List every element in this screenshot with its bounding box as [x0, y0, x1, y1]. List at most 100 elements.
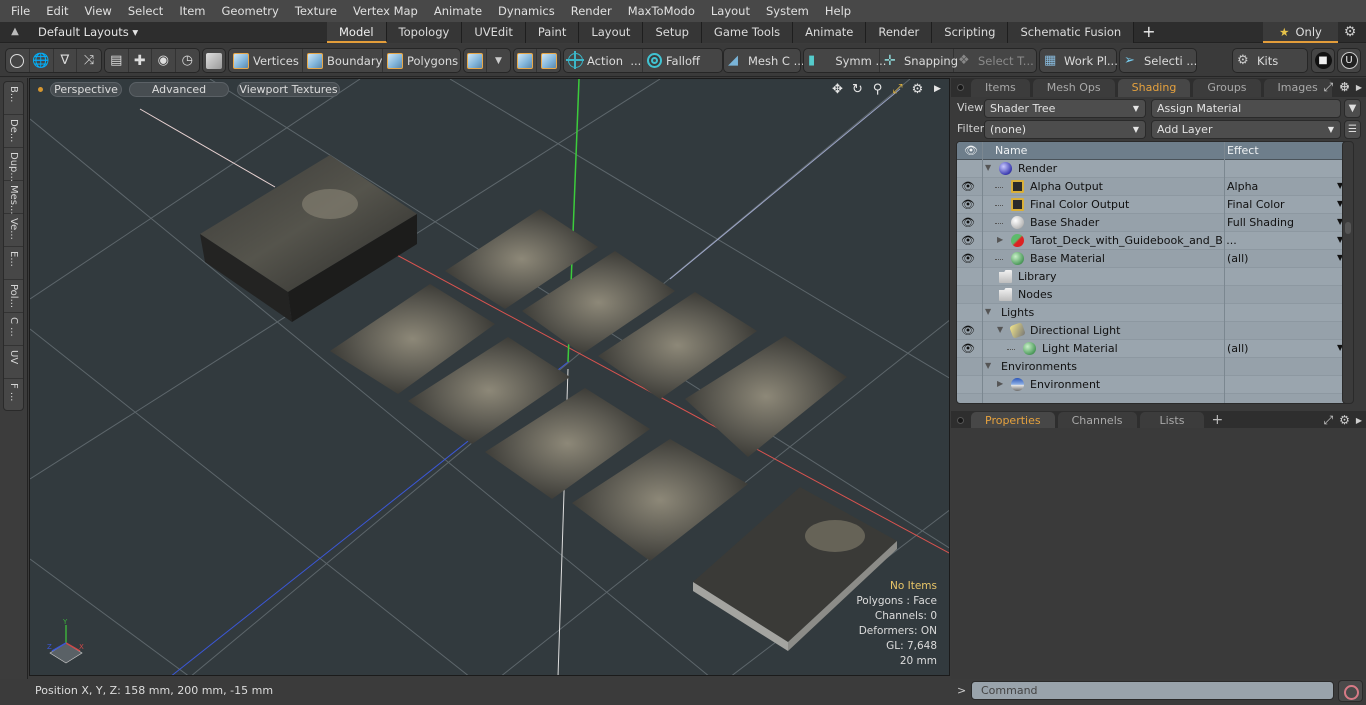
shader-tree-row[interactable]: ▶ Environment	[957, 376, 1347, 394]
3d-viewport[interactable]: Perspective Advanced Viewport Textures ✥…	[29, 78, 950, 676]
tab-groups[interactable]: Groups	[1193, 79, 1261, 97]
rotate-icon[interactable]: ↻	[850, 82, 865, 97]
panel-options-dot[interactable]	[957, 417, 964, 424]
tab-topology[interactable]: Topology	[386, 22, 463, 43]
path-tool-button[interactable]: ⤨	[77, 49, 101, 72]
action-button[interactable]: Action ...	[564, 49, 643, 72]
only-toggle-button[interactable]: ★ Only	[1263, 22, 1338, 43]
action-center-button[interactable]	[514, 49, 538, 72]
menu-geometry[interactable]: Geometry	[214, 0, 287, 22]
gear-icon[interactable]: ⚙	[1339, 412, 1350, 429]
menu-edit[interactable]: Edit	[38, 0, 76, 22]
tab-model[interactable]: Model	[327, 22, 387, 43]
shader-tree-row[interactable]: Library	[957, 268, 1347, 286]
effect-column-header[interactable]: Effect	[1227, 142, 1259, 160]
shader-tree-scrollbar[interactable]	[1342, 141, 1354, 404]
select-through-button[interactable]: ❖ Select T...	[954, 49, 1036, 72]
menu-animate[interactable]: Animate	[426, 0, 490, 22]
gauge-tool-button[interactable]: ◷	[176, 49, 199, 72]
list-options-button[interactable]: ☰	[1344, 120, 1361, 139]
row-effect[interactable]: (all)	[1227, 252, 1248, 265]
row-effect[interactable]: Final Color	[1227, 198, 1285, 211]
vtab-basic[interactable]: B...	[4, 82, 23, 115]
material-mode-button[interactable]	[464, 49, 488, 72]
gear-icon[interactable]: ⚙	[1339, 79, 1350, 96]
menu-help[interactable]: Help	[817, 0, 859, 22]
row-effect[interactable]: Full Shading	[1227, 216, 1294, 229]
tab-uvedit[interactable]: UVEdit	[462, 22, 526, 43]
vtab-edge[interactable]: E...	[4, 247, 23, 280]
gear-icon[interactable]: ⚙	[1342, 24, 1358, 40]
shader-tree-row[interactable]: 👁 ▼ Directional Light	[957, 322, 1347, 340]
item-mode-button[interactable]	[203, 49, 225, 72]
tab-images[interactable]: Images	[1263, 79, 1332, 97]
tab-animate[interactable]: Animate	[793, 22, 867, 43]
perspective-dropdown[interactable]: Perspective	[50, 82, 122, 97]
scrollbar-thumb[interactable]	[1345, 222, 1351, 234]
polygons-button[interactable]: Polygons	[383, 49, 460, 72]
command-input[interactable]: Command	[971, 681, 1334, 700]
snapping-button[interactable]: ✛ Snapping	[880, 49, 958, 72]
advanced-dropdown[interactable]: Advanced	[129, 82, 229, 97]
expand-right-icon[interactable]: ▶	[1356, 412, 1362, 429]
menu-file[interactable]: File	[0, 0, 38, 22]
mode-dropdown-button[interactable]: ▼	[487, 49, 510, 72]
menu-texture[interactable]: Texture	[287, 0, 345, 22]
collapse-arrow-icon[interactable]: ▼	[985, 163, 991, 172]
row-effect[interactable]: Alpha	[1227, 180, 1258, 193]
pen-tool-button[interactable]: ∇	[54, 49, 78, 72]
menu-system[interactable]: System	[758, 0, 817, 22]
pan-icon[interactable]: ✥	[830, 82, 845, 97]
visibility-eye-icon[interactable]: 👁	[961, 252, 977, 265]
select-circle-button[interactable]	[6, 49, 30, 72]
visibility-eye-icon[interactable]: 👁	[961, 216, 977, 229]
boundary-button[interactable]: Boundary	[303, 49, 383, 72]
tab-shading[interactable]: Shading	[1117, 79, 1191, 97]
visibility-eye-icon[interactable]: 👁	[961, 234, 977, 247]
visibility-eye-icon[interactable]: 👁	[961, 198, 977, 211]
layout-preset-dropdown[interactable]: Default Layouts ▾	[38, 22, 138, 43]
expand-right-icon[interactable]: ▶	[930, 82, 945, 97]
panel-options-dot[interactable]	[957, 84, 964, 91]
menu-dynamics[interactable]: Dynamics	[490, 0, 563, 22]
selection-sets-button[interactable]: ➢ Selecti ...	[1120, 49, 1197, 72]
menu-view[interactable]: View	[77, 0, 120, 22]
shader-tree-row[interactable]: 👁 Alpha Output Alpha ▼	[957, 178, 1347, 196]
tab-schematic-fusion[interactable]: Schematic Fusion	[1008, 22, 1135, 43]
visibility-eye-icon[interactable]: 👁	[961, 324, 977, 337]
axis-button[interactable]	[537, 49, 560, 72]
collapse-arrow-icon[interactable]: ▼	[985, 307, 991, 316]
tarot-box-model[interactable]	[200, 155, 417, 322]
vtab-deform[interactable]: De...	[4, 115, 23, 148]
view-dropdown[interactable]: Shader Tree ▼	[984, 99, 1146, 118]
viewport-options-dot[interactable]	[38, 87, 43, 92]
add-tab-button[interactable]: +	[1134, 22, 1163, 43]
expand-right-icon[interactable]: ▶	[1356, 79, 1362, 96]
vtab-curve[interactable]: C ...	[4, 313, 23, 346]
vtab-fusion[interactable]: F ...	[4, 379, 23, 412]
filter-funnel-button[interactable]: ▼	[1344, 99, 1361, 118]
tab-items[interactable]: Items	[971, 79, 1030, 97]
assign-material-button[interactable]: Assign Material	[1151, 99, 1341, 118]
visibility-eye-icon[interactable]: 👁	[961, 180, 977, 193]
vtab-duplicate[interactable]: Dup...	[4, 148, 23, 182]
menu-maxtomodo[interactable]: MaxToModo	[620, 0, 703, 22]
shader-tree-row[interactable]: ▼ Render	[957, 160, 1347, 178]
tab-game-tools[interactable]: Game Tools	[701, 22, 794, 43]
work-plane-button[interactable]: ▦ Work Pl...	[1040, 49, 1118, 72]
tarot-cards[interactable]	[330, 209, 847, 561]
command-history-button[interactable]	[1338, 680, 1363, 702]
maximize-panel-icon[interactable]: ⤢	[1323, 79, 1333, 96]
symmetry-button[interactable]: ▮ Symm ...	[804, 49, 886, 72]
visibility-eye-icon[interactable]: 👁	[961, 342, 977, 355]
kits-button[interactable]: ⚙ Kits	[1233, 49, 1307, 72]
shader-tree-row[interactable]: 👁 Light Material (all) ▼	[957, 340, 1347, 358]
viewport-scene[interactable]	[30, 79, 950, 676]
vtab-uv[interactable]: UV	[4, 346, 23, 379]
vertices-button[interactable]: Vertices	[229, 49, 303, 72]
tab-render[interactable]: Render	[866, 22, 933, 43]
tab-scripting[interactable]: Scripting	[932, 22, 1009, 43]
shader-tree-row[interactable]: 👁 Final Color Output Final Color ▼	[957, 196, 1347, 214]
collapse-arrow-icon[interactable]: ▼	[997, 325, 1003, 334]
menu-select[interactable]: Select	[120, 0, 171, 22]
